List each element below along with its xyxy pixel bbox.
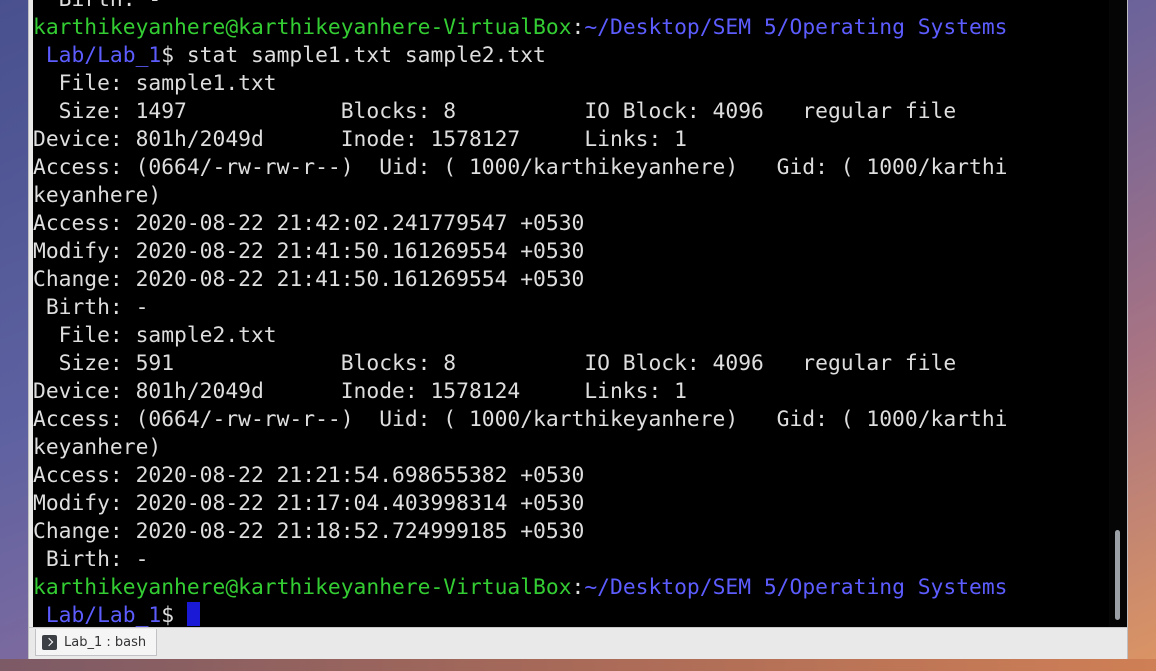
terminal-text-segment: $ stat sample1.txt sample2.txt — [161, 43, 546, 68]
terminal-text-segment: ~/Desktop/SEM 5/Operating Systems — [584, 15, 1008, 40]
terminal-line: Birth: - — [33, 294, 1107, 322]
terminal-text-segment: Modify: 2020-08-22 21:17:04.403998314 +0… — [33, 491, 585, 516]
terminal-text-segment: Birth: - — [33, 0, 162, 12]
terminal-text-segment: Access: 2020-08-22 21:42:02.241779547 +0… — [33, 211, 585, 236]
terminal-text-segment: Modify: 2020-08-22 21:41:50.161269554 +0… — [33, 239, 585, 264]
terminal-text-segment: Birth: - — [33, 295, 149, 320]
terminal-text-segment: Size: 1497 Blocks: 8 IO Block: 4096 regu… — [33, 99, 957, 124]
terminal-line: Birth: - — [33, 546, 1107, 574]
terminal-text-segment: keyanhere) — [33, 435, 162, 460]
terminal-line: Lab/Lab_1$ stat sample1.txt sample2.txt — [33, 42, 1107, 70]
terminal-text-segment: karthikeyanhere@karthikeyanhere-VirtualB… — [33, 15, 572, 40]
terminal-line: Change: 2020-08-22 21:41:50.161269554 +0… — [33, 266, 1107, 294]
terminal-text-segment: Device: 801h/2049d Inode: 1578124 Links:… — [33, 379, 687, 404]
desktop-strip — [0, 659, 1156, 671]
tab-bar: Lab_1 : bash — [29, 627, 1127, 660]
terminal-text-segment: Size: 591 Blocks: 8 IO Block: 4096 regul… — [33, 351, 957, 376]
terminal-text-segment: : — [571, 15, 585, 40]
terminal-text-segment: Access: (0664/-rw-rw-r--) Uid: ( 1000/ka… — [33, 407, 1008, 432]
terminal-line: Device: 801h/2049d Inode: 1578127 Links:… — [33, 126, 1107, 154]
terminal-text-segment: Access: (0664/-rw-rw-r--) Uid: ( 1000/ka… — [33, 155, 1008, 180]
terminal-line: keyanhere) — [33, 182, 1107, 210]
konsole-window: Birth: - karthikeyanhere@karthikeyanhere-… — [28, 0, 1128, 660]
terminal-line: Access: 2020-08-22 21:21:54.698655382 +0… — [33, 462, 1107, 490]
scrollbar[interactable] — [1109, 0, 1127, 627]
terminal-line: Size: 1497 Blocks: 8 IO Block: 4096 regu… — [33, 98, 1107, 126]
terminal-text-segment: keyanhere) — [33, 183, 162, 208]
terminal-text-segment: : — [571, 575, 585, 600]
text-cursor — [186, 602, 200, 626]
terminal-text-segment: karthikeyanhere@karthikeyanhere-VirtualB… — [33, 575, 572, 600]
terminal-text-segment: Access: 2020-08-22 21:21:54.698655382 +0… — [33, 463, 585, 488]
terminal-text-segment: ~/Desktop/SEM 5/Operating Systems — [584, 575, 1008, 600]
scrollbar-thumb[interactable] — [1115, 530, 1120, 620]
terminal-text-segment: File: sample1.txt — [33, 71, 277, 96]
terminal-text: Birth: - karthikeyanhere@karthikeyanhere-… — [33, 0, 1107, 627]
terminal-line: Access: (0664/-rw-rw-r--) Uid: ( 1000/ka… — [33, 154, 1107, 182]
terminal-line: Change: 2020-08-22 21:18:52.724999185 +0… — [33, 518, 1107, 546]
terminal-text-segment: $ — [161, 603, 187, 627]
terminal-text-segment: Lab/Lab_1 — [33, 43, 162, 68]
terminal-line: Birth: - — [33, 0, 1107, 14]
terminal-text-segment: Change: 2020-08-22 21:18:52.724999185 +0… — [33, 519, 585, 544]
terminal-line: File: sample1.txt — [33, 70, 1107, 98]
terminal-text-segment: Birth: - — [33, 547, 149, 572]
terminal-line: karthikeyanhere@karthikeyanhere-VirtualB… — [33, 574, 1107, 602]
terminal-line: keyanhere) — [33, 434, 1107, 462]
terminal-line: Modify: 2020-08-22 21:17:04.403998314 +0… — [33, 490, 1107, 518]
terminal-line: File: sample2.txt — [33, 322, 1107, 350]
terminal-line: Access: (0664/-rw-rw-r--) Uid: ( 1000/ka… — [33, 406, 1107, 434]
tab-lab1-bash[interactable]: Lab_1 : bash — [35, 629, 158, 656]
tab-label: Lab_1 : bash — [64, 634, 147, 650]
terminal-line: karthikeyanhere@karthikeyanhere-VirtualB… — [33, 14, 1107, 42]
terminal-text-segment: File: sample2.txt — [33, 323, 277, 348]
terminal-text-segment: Lab/Lab_1 — [33, 603, 162, 627]
terminal-line: Lab/Lab_1$ — [33, 602, 1107, 627]
terminal-line: Size: 591 Blocks: 8 IO Block: 4096 regul… — [33, 350, 1107, 378]
terminal-output[interactable]: Birth: - karthikeyanhere@karthikeyanhere-… — [33, 0, 1127, 627]
terminal-line: Access: 2020-08-22 21:42:02.241779547 +0… — [33, 210, 1107, 238]
terminal-line: Device: 801h/2049d Inode: 1578124 Links:… — [33, 378, 1107, 406]
terminal-text-segment: Device: 801h/2049d Inode: 1578127 Links:… — [33, 127, 687, 152]
terminal-text-segment: Change: 2020-08-22 21:41:50.161269554 +0… — [33, 267, 585, 292]
terminal-line: Modify: 2020-08-22 21:41:50.161269554 +0… — [33, 238, 1107, 266]
terminal-icon — [42, 634, 57, 650]
